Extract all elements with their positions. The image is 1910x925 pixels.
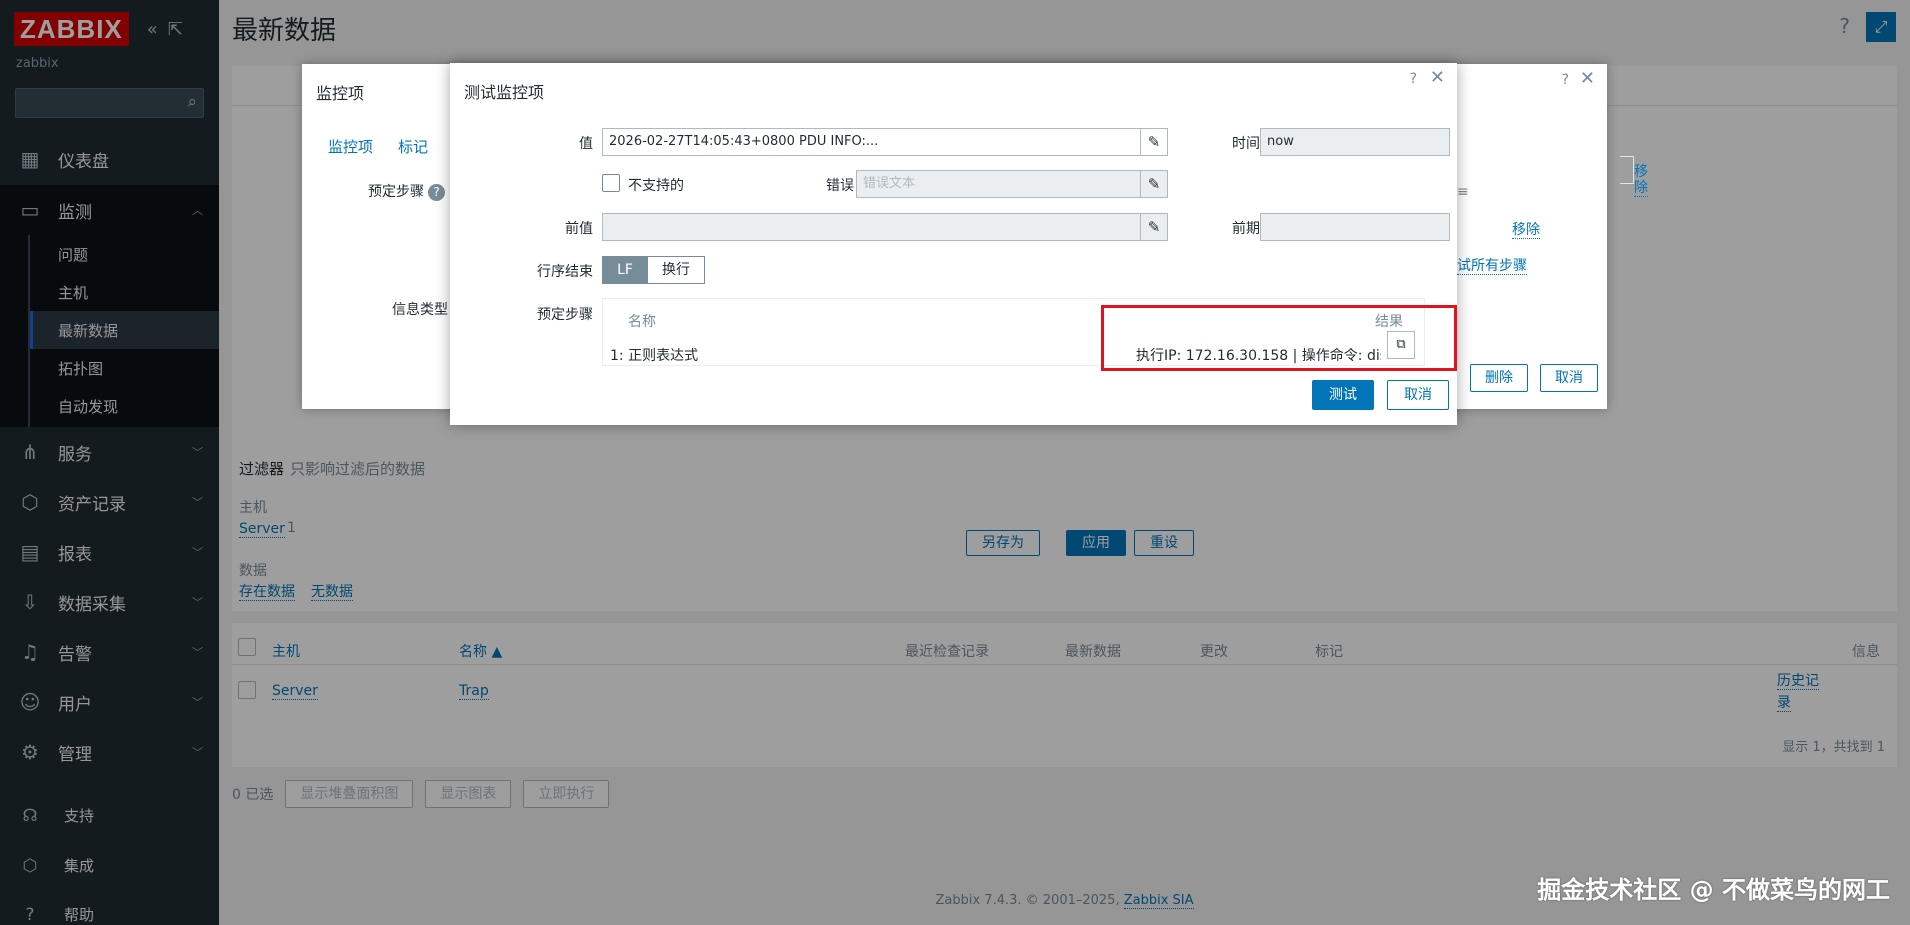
remove-link[interactable]: 移除	[1634, 164, 1648, 197]
info-type-label: 信息类型	[392, 302, 448, 318]
input-fragment	[1620, 156, 1634, 184]
prev-value-label: 前值	[565, 221, 593, 237]
eol-label: 行序结束	[537, 264, 593, 280]
eol-lf-option[interactable]: LF	[602, 256, 648, 284]
not-supported-label: 不支持的	[628, 178, 684, 194]
prev-time-input[interactable]	[1260, 213, 1450, 241]
error-input[interactable]: 错误文本	[856, 170, 1141, 198]
watermark: 掘金技术社区 @ 不做菜鸟的网工	[1537, 876, 1890, 904]
help-icon[interactable]: ?	[1410, 71, 1417, 87]
test-all-steps-link[interactable]: 试所有步骤	[1457, 258, 1527, 275]
edit-pencil-icon[interactable]: ✎	[1140, 170, 1168, 198]
time-input[interactable]: now	[1260, 128, 1450, 156]
time-label: 时间	[1232, 136, 1260, 152]
not-supported-checkbox[interactable]	[602, 174, 620, 192]
step-name-cell: 1: 正则表达式	[610, 348, 699, 364]
tab-tags[interactable]: 标记	[398, 136, 428, 157]
list-icon: ≡	[1457, 184, 1469, 200]
highlight-annotation-box	[1101, 305, 1457, 371]
value-label: 值	[579, 136, 593, 152]
prev-value-input[interactable]	[602, 213, 1141, 241]
edit-pencil-icon[interactable]: ✎	[1140, 213, 1168, 241]
tab-item[interactable]: 监控项	[328, 136, 373, 157]
preprocessing-label: 预定步骤?	[368, 181, 445, 201]
edit-pencil-icon[interactable]: ✎	[1140, 128, 1168, 156]
remove-step-link[interactable]: 移除	[1512, 222, 1540, 239]
delete-button[interactable]: 删除	[1470, 364, 1528, 392]
prev-time-label: 前期	[1232, 221, 1260, 237]
item-dialog-title: 监控项	[316, 84, 365, 103]
cancel-button[interactable]: 取消	[1540, 364, 1598, 392]
preprocessing-label-text: 预定步骤	[368, 184, 424, 200]
help-icon[interactable]: ?	[1562, 72, 1569, 88]
test-button[interactable]: 测试	[1312, 380, 1374, 410]
value-input[interactable]: 2026-02-27T14:05:43+0800 PDU INFO:...	[602, 128, 1141, 156]
cancel-button[interactable]: 取消	[1387, 380, 1449, 410]
test-dialog-title: 测试监控项	[464, 83, 545, 102]
col-step-name: 名称	[628, 314, 656, 330]
close-icon[interactable]: ✕	[1430, 67, 1445, 88]
help-icon[interactable]: ?	[428, 184, 445, 201]
eol-crlf-option[interactable]: 换行	[647, 256, 705, 284]
error-label: 错误	[826, 178, 854, 194]
close-icon[interactable]: ✕	[1580, 68, 1595, 89]
preprocessing-steps-label: 预定步骤	[537, 307, 593, 323]
